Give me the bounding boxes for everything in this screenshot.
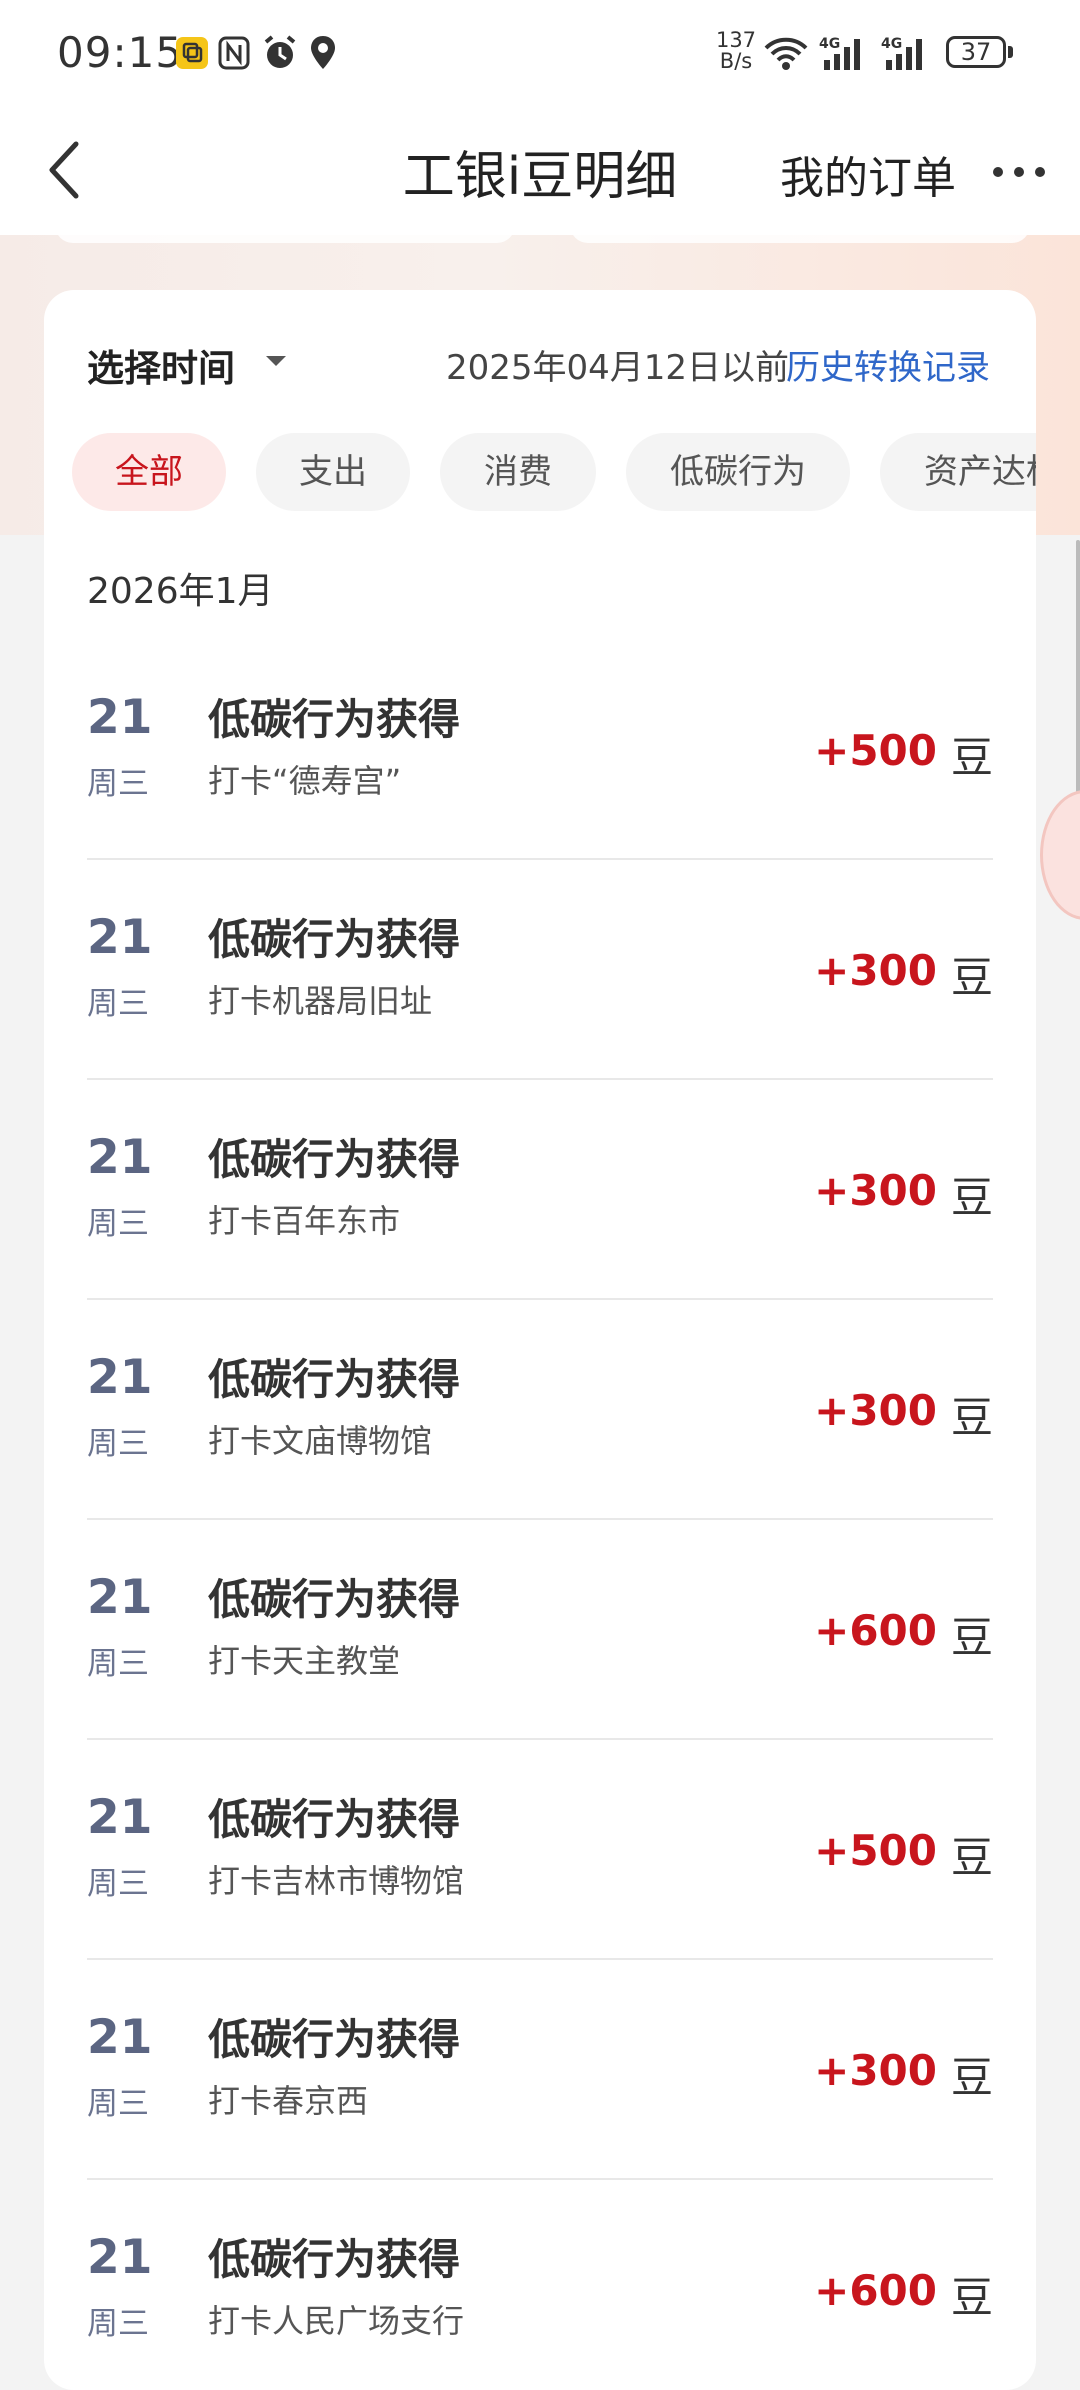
record-unit: 豆: [950, 1833, 993, 1882]
wifi-icon: [764, 37, 808, 70]
record-title: 低碳行为获得: [208, 1575, 461, 1624]
status-bar: 09:15 137 B/s 4G 4G 37: [0, 0, 1080, 105]
list-item[interactable]: 21 周三 低碳行为获得 打卡吉林市博物馆 +500 豆: [87, 1740, 993, 1960]
record-amount: +300: [814, 946, 937, 995]
list-item[interactable]: 21 周三 低碳行为获得 打卡春京西 +300 豆: [87, 1960, 993, 2180]
nfc-icon: [218, 36, 250, 70]
record-day: 21: [87, 690, 153, 745]
record-unit: 豆: [950, 2273, 993, 2322]
record-amount: +600: [814, 1606, 937, 1655]
tab-asset-target[interactable]: 资产达标: [880, 433, 1036, 511]
record-title: 低碳行为获得: [208, 915, 461, 964]
tab-consumption[interactable]: 消费: [440, 433, 596, 511]
tab-expense[interactable]: 支出: [256, 433, 410, 511]
record-title: 低碳行为获得: [208, 1355, 461, 1404]
record-description: 打卡吉林市博物馆: [208, 1862, 465, 1900]
record-day: 21: [87, 1570, 153, 1625]
network-speed: 137 B/s: [714, 30, 758, 72]
record-description: 打卡机器局旧址: [208, 982, 433, 1020]
record-unit: 豆: [950, 1173, 993, 1222]
record-description: 打卡人民广场支行: [208, 2302, 465, 2340]
record-amount: +500: [814, 1826, 937, 1875]
month-header: 2026年1月: [87, 571, 274, 612]
records-card: 选择时间 2025年04月12日以前 历史转换记录 全部 支出 消费 低碳行为 …: [44, 290, 1036, 2390]
category-tabs: 全部 支出 消费 低碳行为 资产达标: [72, 433, 1036, 513]
summary-card-right: [570, 225, 1030, 243]
record-day: 21: [87, 1350, 153, 1405]
record-title: 低碳行为获得: [208, 1795, 461, 1844]
record-weekday: 周三: [87, 2086, 149, 2122]
record-amount: +300: [814, 2046, 937, 2095]
record-title: 低碳行为获得: [208, 1135, 461, 1184]
record-day: 21: [87, 1790, 153, 1845]
record-amount: +500: [814, 726, 937, 775]
floating-widget-button[interactable]: [1040, 790, 1080, 920]
record-day: 21: [87, 2230, 153, 2285]
list-item[interactable]: 21 周三 低碳行为获得 打卡百年东市 +300 豆: [87, 1080, 993, 1300]
record-amount: +300: [814, 1166, 937, 1215]
record-day: 21: [87, 910, 153, 965]
svg-text:4G: 4G: [881, 36, 902, 52]
record-weekday: 周三: [87, 2306, 149, 2342]
record-description: 打卡春京西: [208, 2082, 369, 2120]
list-item[interactable]: 21 周三 低碳行为获得 打卡天主教堂 +600 豆: [87, 1520, 993, 1740]
record-unit: 豆: [950, 2053, 993, 2102]
record-weekday: 周三: [87, 986, 149, 1022]
list-item[interactable]: 21 周三 低碳行为获得 打卡机器局旧址 +300 豆: [87, 860, 993, 1080]
record-unit: 豆: [950, 733, 993, 782]
caret-down-icon[interactable]: [266, 356, 286, 366]
network-speed-value: 137: [715, 28, 757, 52]
record-weekday: 周三: [87, 1206, 149, 1242]
network-speed-unit: B/s: [719, 49, 753, 73]
record-description: 打卡“德寿宫”: [208, 762, 402, 800]
record-title: 低碳行为获得: [208, 2235, 461, 2284]
record-weekday: 周三: [87, 1646, 149, 1682]
battery-indicator: 37: [946, 36, 1006, 68]
tab-all[interactable]: 全部: [72, 433, 226, 511]
summary-card-left: [55, 225, 515, 243]
record-unit: 豆: [950, 1393, 993, 1442]
list-item[interactable]: 21 周三 低碳行为获得 打卡“德寿宫” +500 豆: [87, 640, 993, 860]
alarm-icon: [264, 35, 296, 68]
record-amount: +600: [814, 2266, 937, 2315]
list-item[interactable]: 21 周三 低碳行为获得 打卡文庙博物馆 +300 豆: [87, 1300, 993, 1520]
svg-text:4G: 4G: [819, 36, 840, 52]
status-time: 09:15: [57, 28, 184, 77]
record-unit: 豆: [950, 1613, 993, 1662]
history-conversion-link[interactable]: 历史转换记录: [786, 340, 990, 389]
list-item[interactable]: 21 周三 低碳行为获得 打卡人民广场支行 +600 豆: [87, 2180, 993, 2390]
more-options-icon[interactable]: [990, 153, 1050, 189]
notification-app-icon: [176, 37, 208, 69]
record-weekday: 周三: [87, 1426, 149, 1462]
my-orders-link[interactable]: 我的订单: [780, 142, 956, 206]
record-unit: 豆: [950, 953, 993, 1002]
time-filter-button[interactable]: 选择时间: [87, 338, 235, 392]
signal-4g-icon-secondary: 4G: [881, 36, 922, 70]
record-day: 21: [87, 1130, 153, 1185]
record-title: 低碳行为获得: [208, 695, 461, 744]
record-weekday: 周三: [87, 1866, 149, 1902]
record-amount: +300: [814, 1386, 937, 1435]
signal-4g-icon: 4G: [819, 36, 860, 70]
record-description: 打卡文庙博物馆: [208, 1422, 433, 1460]
before-date-text: 2025年04月12日以前: [446, 348, 790, 388]
record-description: 打卡天主教堂: [208, 1642, 401, 1680]
record-weekday: 周三: [87, 766, 149, 802]
record-day: 21: [87, 2010, 153, 2065]
record-description: 打卡百年东市: [208, 1202, 401, 1240]
battery-tip: [1008, 46, 1013, 58]
record-title: 低碳行为获得: [208, 2015, 461, 2064]
location-icon: [311, 36, 335, 69]
tab-low-carbon[interactable]: 低碳行为: [626, 433, 850, 511]
